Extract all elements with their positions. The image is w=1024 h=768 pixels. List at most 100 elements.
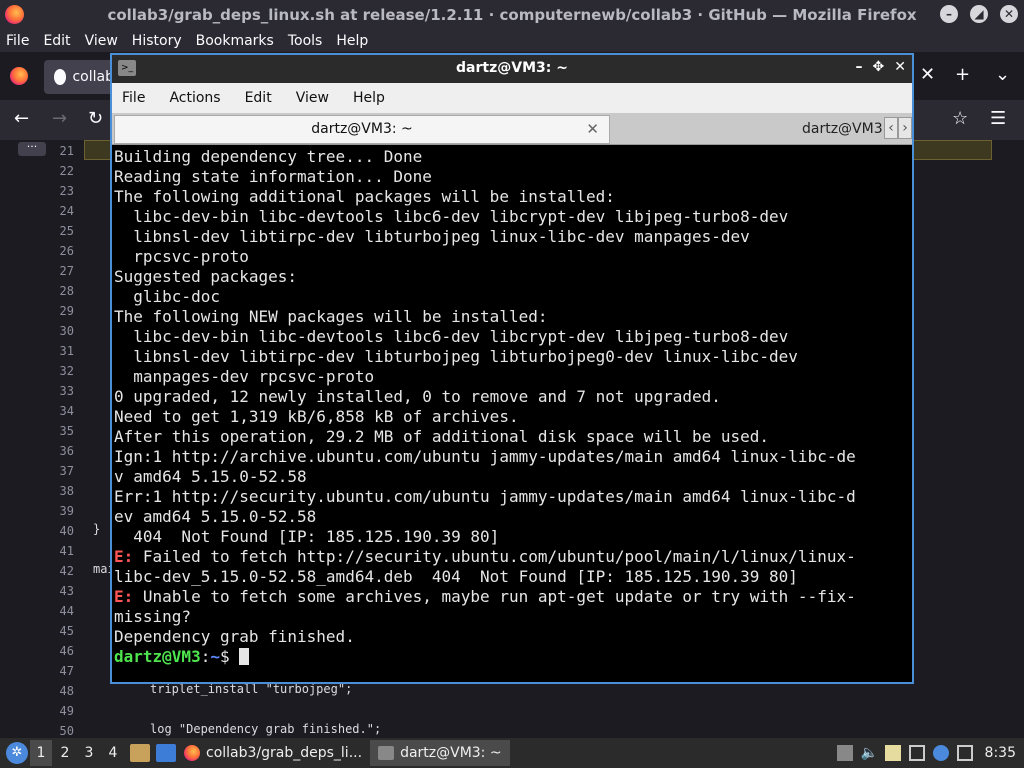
line-number[interactable]: 40: [40, 524, 74, 538]
menu-icon[interactable]: ☰: [990, 108, 1006, 129]
line-number[interactable]: 49: [40, 704, 74, 718]
close-tab-icon[interactable]: ✕: [586, 116, 599, 143]
taskbar-item-firefox[interactable]: collab3/grab_deps_li...: [176, 740, 370, 766]
line-number[interactable]: 36: [40, 444, 74, 458]
terminal-titlebar[interactable]: >_ dartz@VM3: ~ – ✥ ✕: [112, 55, 912, 83]
line-number[interactable]: 33: [40, 384, 74, 398]
workspace-3[interactable]: 3: [78, 740, 100, 766]
minimize-icon[interactable]: –: [940, 5, 958, 23]
line-number[interactable]: 32: [40, 364, 74, 378]
network-icon[interactable]: [908, 745, 925, 761]
text-cursor: [239, 648, 250, 665]
line-number[interactable]: 25: [40, 224, 74, 238]
start-menu-icon[interactable]: ✲: [6, 742, 28, 764]
menu-edit[interactable]: Edit: [43, 30, 70, 52]
workspace-2[interactable]: 2: [54, 740, 76, 766]
error-text: Unable to fetch some archives, maybe run…: [133, 587, 856, 606]
menu-file[interactable]: File: [6, 30, 29, 52]
workspace-1[interactable]: 1: [30, 740, 52, 766]
terminal-tab-inactive[interactable]: dartz@VM3: [802, 121, 883, 137]
maximize-icon[interactable]: ✥: [873, 59, 885, 75]
menu-tools[interactable]: Tools: [288, 30, 323, 52]
term-menu-help[interactable]: Help: [353, 90, 385, 106]
star-icon[interactable]: ☆: [952, 108, 968, 129]
back-icon[interactable]: ←: [14, 108, 29, 129]
file-manager-icon[interactable]: [130, 744, 150, 762]
github-icon: [54, 69, 67, 85]
line-number[interactable]: 38: [40, 484, 74, 498]
browser-tab-label: collab: [72, 69, 114, 85]
forward-icon[interactable]: →: [52, 108, 67, 129]
terminal-tab-active[interactable]: dartz@VM3: ~ ✕: [114, 115, 610, 144]
term-menu-file[interactable]: File: [122, 90, 145, 106]
terminal-output[interactable]: Building dependency tree... Done Reading …: [114, 147, 910, 682]
term-menu-actions[interactable]: Actions: [169, 90, 220, 106]
line-number[interactable]: 37: [40, 464, 74, 478]
terminal-line: After this operation, 29.2 MB of additio…: [114, 427, 770, 446]
line-number[interactable]: 35: [40, 424, 74, 438]
term-menu-edit[interactable]: Edit: [245, 90, 272, 106]
line-number[interactable]: 45: [40, 624, 74, 638]
scroll-tabs-right-icon[interactable]: ›: [898, 117, 912, 139]
line-number[interactable]: 44: [40, 604, 74, 618]
line-number[interactable]: 48: [40, 684, 74, 698]
terminal-prompt[interactable]: dartz@VM3:~$: [114, 647, 910, 667]
terminal-line: Dependency grab finished.: [114, 627, 355, 646]
new-tab-icon[interactable]: +: [955, 64, 970, 85]
scroll-tabs-left-icon[interactable]: ‹: [884, 117, 898, 139]
line-number[interactable]: 27: [40, 264, 74, 278]
line-number[interactable]: 21: [40, 144, 74, 158]
screen-icon[interactable]: [956, 745, 973, 761]
menu-history[interactable]: History: [132, 30, 182, 52]
terminal-menubar: File Actions Edit View Help: [112, 83, 912, 113]
line-number[interactable]: 23: [40, 184, 74, 198]
line-number[interactable]: 46: [40, 644, 74, 658]
line-number[interactable]: 31: [40, 344, 74, 358]
line-number[interactable]: 50: [40, 724, 74, 738]
line-number[interactable]: 26: [40, 244, 74, 258]
browser-tab[interactable]: collab: [44, 60, 114, 94]
line-number[interactable]: 42: [40, 564, 74, 578]
reload-icon[interactable]: ↻: [88, 108, 103, 129]
line-number[interactable]: 22: [40, 164, 74, 178]
volume-icon[interactable]: 🔈: [861, 745, 878, 761]
terminal-line: libc-dev_5.15.0-52.58_amd64.deb 404 Not …: [114, 567, 798, 586]
eject-icon[interactable]: [836, 745, 853, 761]
terminal-window[interactable]: >_ dartz@VM3: ~ – ✥ ✕ File Actions Edit …: [110, 53, 914, 684]
clipboard-icon[interactable]: [884, 745, 901, 761]
line-number[interactable]: 30: [40, 324, 74, 338]
list-tabs-icon[interactable]: ⌄: [995, 64, 1010, 85]
line-number[interactable]: 39: [40, 504, 74, 518]
notification-icon[interactable]: [932, 745, 949, 761]
terminal-line: Suggested packages:: [114, 267, 298, 286]
minimize-icon[interactable]: –: [856, 59, 863, 75]
line-number[interactable]: 28: [40, 284, 74, 298]
line-number[interactable]: 43: [40, 584, 74, 598]
line-number[interactable]: 29: [40, 304, 74, 318]
terminal-tabbar: dartz@VM3: ~ ✕ dartz@VM3 ‹ ›: [112, 113, 912, 145]
close-icon[interactable]: ✕: [894, 59, 906, 75]
line-number[interactable]: 34: [40, 404, 74, 418]
line-number[interactable]: 24: [40, 204, 74, 218]
error-prefix: E:: [114, 547, 134, 566]
close-icon[interactable]: ✕: [1000, 5, 1018, 23]
line-number[interactable]: 41: [40, 544, 74, 558]
terminal-line: 0 upgraded, 12 newly installed, 0 to rem…: [114, 387, 721, 406]
term-menu-view[interactable]: View: [296, 90, 329, 106]
firefox-view-icon[interactable]: [10, 67, 28, 85]
code-line-48: triplet_install "turbojpeg";: [150, 682, 353, 696]
maximize-icon[interactable]: ◢: [970, 5, 988, 23]
menu-view[interactable]: View: [85, 30, 118, 52]
workspace-4[interactable]: 4: [102, 740, 124, 766]
line-number[interactable]: 47: [40, 664, 74, 678]
menu-bookmarks[interactable]: Bookmarks: [196, 30, 274, 52]
terminal-line: missing?: [114, 607, 192, 626]
taskbar-item-terminal[interactable]: dartz@VM3: ~: [370, 740, 510, 766]
close-tab-icon[interactable]: ✕: [920, 64, 935, 85]
show-desktop-icon[interactable]: [156, 744, 176, 762]
terminal-line: Err:1 http://security.ubuntu.com/ubuntu …: [114, 487, 856, 506]
terminal-tab-label: dartz@VM3: ~: [311, 121, 413, 137]
clock[interactable]: 8:35: [985, 745, 1016, 761]
taskbar-item-label: dartz@VM3: ~: [400, 745, 502, 761]
menu-help[interactable]: Help: [336, 30, 368, 52]
